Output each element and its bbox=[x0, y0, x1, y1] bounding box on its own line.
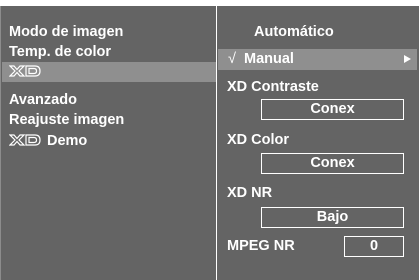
option-automatic[interactable]: Automático bbox=[254, 22, 334, 42]
setting-value: Conex bbox=[310, 101, 355, 117]
menu-item-picture-reset[interactable]: Reajuste imagen bbox=[9, 110, 124, 130]
menu-item-label: Reajuste imagen bbox=[9, 112, 125, 128]
main-menu-panel: Modo de imagen Temp. de color Avanzado R… bbox=[0, 6, 216, 280]
option-manual[interactable]: √ Manual bbox=[218, 49, 417, 70]
menu-item-color-temperature[interactable]: Temp. de color bbox=[9, 42, 111, 62]
menu-item-picture-mode[interactable]: Modo de imagen bbox=[9, 22, 123, 42]
triangle-right-icon bbox=[404, 55, 411, 63]
setting-value: 0 bbox=[369, 238, 379, 254]
menu-item-label: Modo de imagen bbox=[9, 24, 124, 40]
setting-value: Conex bbox=[310, 155, 355, 171]
menu-item-xd[interactable] bbox=[2, 62, 216, 82]
xd-submenu-panel: Automático √ Manual XD Contraste Conex X… bbox=[217, 6, 419, 280]
menu-item-label: Demo bbox=[47, 133, 88, 149]
mpeg-nr-value[interactable]: 0 bbox=[344, 236, 404, 257]
menu-item-xd-demo[interactable]: Demo bbox=[9, 131, 87, 151]
picture-settings-osd: Modo de imagen Temp. de color Avanzado R… bbox=[0, 0, 419, 280]
check-mark-icon: √ bbox=[228, 51, 236, 67]
xd-nr-value[interactable]: Bajo bbox=[261, 207, 404, 228]
menu-item-label: Avanzado bbox=[9, 92, 77, 108]
menu-item-advanced[interactable]: Avanzado bbox=[9, 90, 77, 110]
setting-value: Bajo bbox=[316, 209, 349, 225]
xd-logo-icon bbox=[9, 65, 41, 77]
xd-color-value[interactable]: Conex bbox=[261, 153, 404, 174]
menu-item-label: Temp. de color bbox=[9, 44, 112, 60]
setting-label: XD NR bbox=[227, 185, 273, 201]
option-label: Manual bbox=[244, 51, 294, 67]
xd-color-label: XD Color bbox=[227, 130, 289, 150]
xd-contrast-value[interactable]: Conex bbox=[261, 99, 404, 120]
xd-contrast-label: XD Contraste bbox=[227, 77, 319, 97]
xd-logo-icon bbox=[9, 134, 41, 146]
setting-label: XD Color bbox=[227, 132, 290, 148]
setting-label: XD Contraste bbox=[227, 79, 319, 95]
mpeg-nr-label: MPEG NR bbox=[227, 236, 295, 256]
option-label: Automático bbox=[254, 24, 334, 40]
xd-nr-label: XD NR bbox=[227, 183, 272, 203]
setting-label: MPEG NR bbox=[227, 238, 295, 254]
